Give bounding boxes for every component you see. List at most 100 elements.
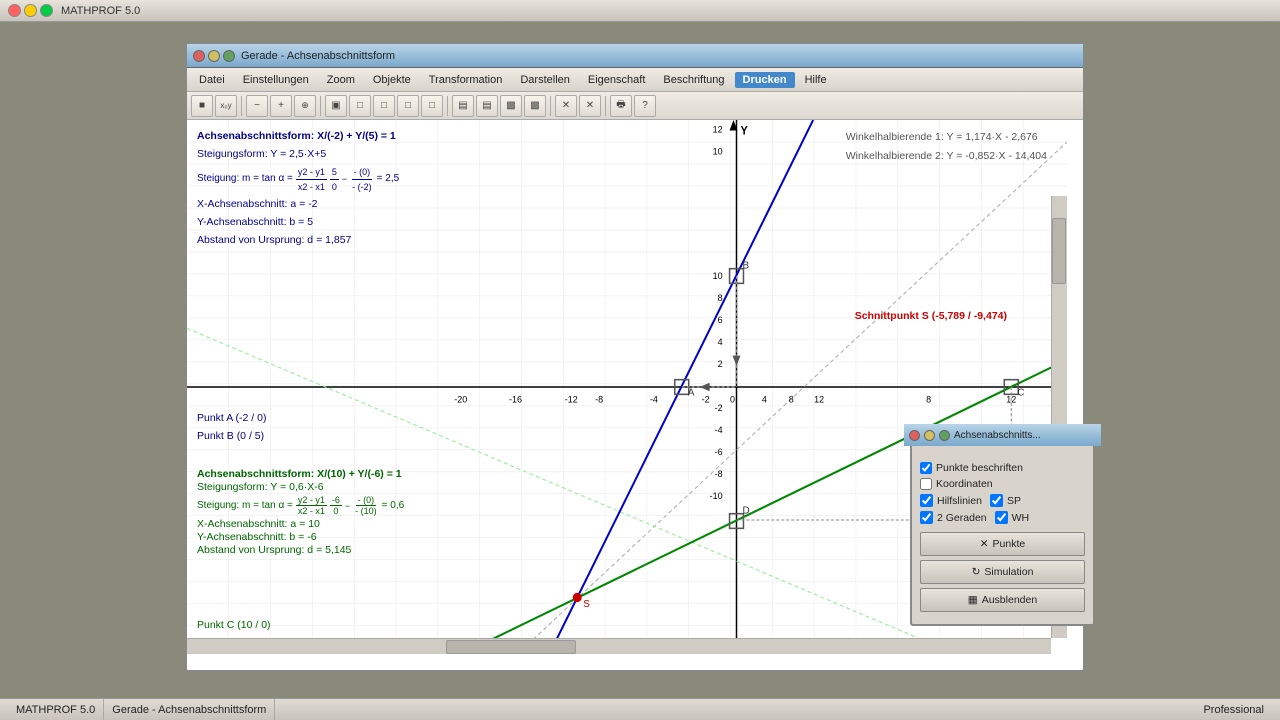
os-min-button[interactable]: [24, 4, 37, 17]
tool-table2[interactable]: ▤: [476, 95, 498, 117]
svg-text:8: 8: [789, 395, 794, 405]
label-koordinaten: Koordinaten: [936, 478, 993, 490]
x-schnitt-line2: X-Achsenabschnitt: a = 10: [197, 518, 457, 530]
svg-text:A: A: [688, 387, 695, 398]
punkt-labels-line1: Punkt A (-2 / 0) Punkt B (0 / 5): [197, 410, 266, 446]
checkbox-2geraden[interactable]: [920, 511, 933, 524]
tool-box2[interactable]: □: [373, 95, 395, 117]
svg-text:12: 12: [713, 124, 723, 134]
svg-text:4: 4: [718, 337, 723, 347]
svg-text:8: 8: [926, 395, 931, 405]
checkbox-sp[interactable]: [990, 494, 1003, 507]
tool-box3[interactable]: □: [397, 95, 419, 117]
label-sp: SP: [1007, 495, 1021, 507]
status-app: MATHPROF 5.0: [8, 699, 104, 720]
tool-frame2[interactable]: ▩: [524, 95, 546, 117]
tool-coord[interactable]: x₀y: [215, 95, 237, 117]
horizontal-scrollbar[interactable]: [187, 638, 1051, 654]
menu-zoom[interactable]: Zoom: [319, 72, 363, 88]
ausblenden-icon: ▦: [968, 594, 978, 606]
tool-select[interactable]: ■: [191, 95, 213, 117]
svg-text:B: B: [742, 260, 749, 271]
status-edition: Professional: [1195, 699, 1272, 720]
tool-frame1[interactable]: ▩: [500, 95, 522, 117]
achsenform-line2: Achsenabschnittsform: X/(10) + Y/(-6) = …: [197, 468, 457, 480]
window-min-button[interactable]: [208, 50, 220, 62]
horizontal-scroll-thumb[interactable]: [446, 640, 576, 654]
winkel-info: Winkelhalbierende 1: Y = 1,174·X - 2,676…: [846, 128, 1047, 166]
svg-text:12: 12: [1006, 395, 1016, 405]
tool-delete1[interactable]: ✕: [555, 95, 577, 117]
svg-text:-20: -20: [454, 395, 467, 405]
label-punkte: Punkte beschriften: [936, 462, 1023, 474]
svg-text:10: 10: [713, 146, 723, 156]
y-schnitt-line2: Y-Achsenabschnitt: b = -6: [197, 531, 457, 543]
btn-simulation[interactable]: ↻ Simulation: [920, 560, 1085, 584]
window-close-button[interactable]: [193, 50, 205, 62]
svg-text:Y: Y: [740, 125, 748, 137]
menu-einstellungen[interactable]: Einstellungen: [235, 72, 317, 88]
svg-text:-2: -2: [702, 395, 710, 405]
side-panel-min[interactable]: [924, 430, 935, 441]
status-title: Gerade - Achsenabschnittsform: [104, 699, 275, 720]
side-panel: Achsenabschnitts... Punkte beschriften K…: [910, 430, 1095, 626]
achsenform-line1: Achsenabschnittsform: X/(-2) + Y/(5) = 1: [197, 128, 457, 145]
menu-transformation[interactable]: Transformation: [421, 72, 511, 88]
menu-objekte[interactable]: Objekte: [365, 72, 419, 88]
simulation-icon: ↻: [972, 566, 981, 578]
side-panel-max[interactable]: [939, 430, 950, 441]
tool-zoom-in[interactable]: +: [270, 95, 292, 117]
svg-text:-10: -10: [710, 491, 723, 501]
svg-text:-4: -4: [650, 395, 658, 405]
checkbox-wh[interactable]: [995, 511, 1008, 524]
menu-darstellen[interactable]: Darstellen: [512, 72, 578, 88]
y-schnitt-line1: Y-Achsenabschnitt: b = 5: [197, 214, 457, 231]
checkbox-koordinaten[interactable]: [920, 478, 932, 490]
menu-hilfe[interactable]: Hilfe: [797, 72, 835, 88]
tool-print[interactable]: 🖶: [610, 95, 632, 117]
os-title-bar: MATHPROF 5.0: [0, 0, 1280, 22]
side-panel-title-bar: Achsenabschnitts...: [904, 424, 1101, 446]
steigungsform-line1: Steigungsform: Y = 2,5·X+5: [197, 146, 457, 163]
tool-help[interactable]: ?: [634, 95, 656, 117]
vertical-scroll-thumb[interactable]: [1052, 218, 1066, 284]
btn-ausblenden[interactable]: ▦ Ausblenden: [920, 588, 1085, 612]
menu-eigenschaft[interactable]: Eigenschaft: [580, 72, 653, 88]
svg-text:-4: -4: [715, 425, 723, 435]
tool-delete2[interactable]: ✕: [579, 95, 601, 117]
checkbox-hilfslinien[interactable]: [920, 494, 933, 507]
checkbox-row-punkte: Punkte beschriften: [920, 462, 1085, 474]
menu-beschriftung[interactable]: Beschriftung: [655, 72, 732, 88]
svg-text:-8: -8: [715, 469, 723, 479]
tool-table1[interactable]: ▤: [452, 95, 474, 117]
side-panel-close[interactable]: [909, 430, 920, 441]
svg-text:C: C: [1017, 387, 1024, 398]
menu-datei[interactable]: Datei: [191, 72, 233, 88]
tool-box1[interactable]: □: [349, 95, 371, 117]
os-max-button[interactable]: [40, 4, 53, 17]
svg-text:D: D: [742, 505, 749, 516]
menu-bar: Datei Einstellungen Zoom Objekte Transfo…: [187, 68, 1083, 92]
side-panel-title: Achsenabschnitts...: [954, 430, 1041, 441]
menu-drucken[interactable]: Drucken: [735, 72, 795, 88]
window-max-button[interactable]: [223, 50, 235, 62]
tool-box4[interactable]: □: [421, 95, 443, 117]
tool-zoom-out[interactable]: −: [246, 95, 268, 117]
checkbox-row-geraden-wh: 2 Geraden WH: [920, 511, 1085, 524]
os-window-controls: [8, 4, 53, 17]
svg-text:-6: -6: [715, 447, 723, 457]
svg-text:10: 10: [713, 271, 723, 281]
tool-grid[interactable]: ▣: [325, 95, 347, 117]
btn-punkte[interactable]: ✕ Punkte: [920, 532, 1085, 556]
label-2geraden: 2 Geraden: [937, 512, 987, 524]
x-schnitt-line1: X-Achsenabschnitt: a = -2: [197, 196, 457, 213]
info-panel-line2: Achsenabschnittsform: X/(10) + Y/(-6) = …: [197, 468, 457, 557]
svg-text:2: 2: [718, 359, 723, 369]
svg-text:4: 4: [762, 395, 767, 405]
info-panel-line1: Achsenabschnittsform: X/(-2) + Y/(5) = 1…: [197, 128, 457, 250]
side-panel-content: Punkte beschriften Koordinaten Hilfslini…: [912, 454, 1093, 624]
tool-zoom-fit[interactable]: ⊕: [294, 95, 316, 117]
svg-text:8: 8: [718, 293, 723, 303]
os-close-button[interactable]: [8, 4, 21, 17]
checkbox-punkte[interactable]: [920, 462, 932, 474]
